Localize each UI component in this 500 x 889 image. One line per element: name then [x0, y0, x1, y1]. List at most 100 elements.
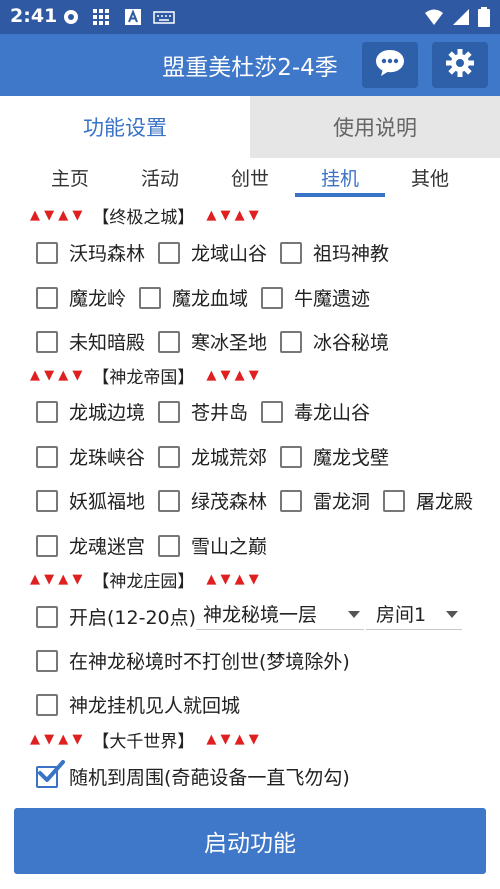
markers-right: ▲ ▼ ▲ ▼ — [206, 367, 259, 383]
checkbox-label: 寒冰圣地 — [191, 332, 268, 354]
start-button[interactable]: 启动功能 — [14, 808, 486, 874]
checkbox-label: 龙魂迷宫 — [69, 536, 146, 558]
chevron-down-icon — [446, 611, 458, 618]
markers-right: ▲ ▼ ▲ ▼ — [206, 207, 259, 223]
checkbox-box[interactable] — [158, 445, 180, 468]
checkbox-label: 在神龙秘境时不打创世(梦境除外) — [69, 651, 350, 673]
checkbox-box[interactable] — [36, 649, 58, 672]
subtab-other[interactable]: 其他 — [385, 164, 475, 191]
checkbox-box[interactable] — [36, 489, 58, 512]
checkbox-xszd[interactable]: 雪山之巅 — [158, 532, 267, 559]
checkbox-box[interactable] — [261, 286, 283, 309]
checkbox-label: 开启(12-20点) — [69, 607, 197, 629]
checkbox-label: 龙城边境 — [69, 402, 146, 424]
checkbox-lchj[interactable]: 龙城荒郊 — [158, 443, 267, 470]
section-header: ▲ ▼ ▲ ▼ 【神龙庄园】 ▲ ▼ ▲ ▼ — [30, 568, 269, 592]
checkbox-label: 魔龙戈壁 — [313, 447, 390, 469]
subtab-activity[interactable]: 活动 — [115, 164, 205, 191]
checkbox-box[interactable] — [280, 241, 302, 264]
checkbox-lmsl[interactable]: 绿茂森林 — [158, 487, 267, 514]
keyboard-icon — [153, 8, 175, 26]
app-bar: 盟重美杜莎2-4季 — [0, 34, 500, 96]
dungeon-select[interactable]: 神龙秘境一层 — [196, 598, 364, 630]
room-select[interactable]: 房间1 — [366, 598, 462, 630]
subtab-idle[interactable]: 挂机 — [295, 164, 385, 191]
chat-button[interactable] — [362, 42, 418, 88]
checkbox-label: 龙珠峡谷 — [69, 447, 146, 469]
checkbox-box[interactable] — [158, 489, 180, 512]
checkbox-box[interactable] — [158, 534, 180, 557]
section-title: 【神龙帝国】 — [92, 367, 195, 388]
status-time: 2:41 — [10, 5, 58, 27]
subtab-home[interactable]: 主页 — [25, 164, 115, 191]
settings-button[interactable] — [432, 42, 488, 88]
checkbox-label: 妖狐福地 — [69, 491, 146, 513]
checkbox-label: 牛魔遗迹 — [294, 288, 371, 310]
checkbox-box[interactable] — [36, 241, 58, 264]
checkbox-bgmj[interactable]: 冰谷秘境 — [280, 328, 389, 355]
dungeon-select-value: 神龙秘境一层 — [203, 604, 318, 626]
sub-tabs: 主页 活动 创世 挂机 其他 — [0, 158, 500, 198]
checkbox-box[interactable] — [158, 330, 180, 353]
a-icon — [124, 8, 142, 26]
checkbox-box[interactable] — [383, 489, 405, 512]
checkbox-box[interactable] — [36, 693, 58, 716]
section-header: ▲ ▼ ▲ ▼ 【神龙帝国】 ▲ ▼ ▲ ▼ — [30, 364, 269, 388]
checkbox-label: 龙域山谷 — [191, 243, 268, 265]
checkbox-lysg[interactable]: 龙域山谷 — [158, 239, 267, 266]
checkbox-nmyj[interactable]: 牛魔遗迹 — [261, 284, 370, 311]
markers-left: ▲ ▼ ▲ ▼ — [30, 367, 83, 383]
checkbox-box[interactable] — [280, 489, 302, 512]
checkbox-wzad[interactable]: 未知暗殿 — [36, 328, 145, 355]
checkbox-cjd[interactable]: 苍井岛 — [158, 398, 248, 425]
checkbox-lzxg[interactable]: 龙珠峡谷 — [36, 443, 145, 470]
section-header: ▲ ▼ ▲ ▼ 【大千世界】 ▲ ▼ ▲ ▼ — [30, 728, 269, 752]
checkbox-yhfd[interactable]: 妖狐福地 — [36, 487, 145, 514]
checkbox-box[interactable] — [36, 330, 58, 353]
checkbox-label: 雷龙洞 — [313, 491, 371, 513]
checkbox-label: 祖玛神教 — [313, 243, 390, 265]
app-title: 盟重美杜莎2-4季 — [162, 55, 338, 81]
checkbox-lcbj[interactable]: 龙城边境 — [36, 398, 145, 425]
checkbox-mlxy[interactable]: 魔龙血域 — [139, 284, 248, 311]
section-title: 【神龙庄园】 — [92, 571, 195, 592]
tab-instructions[interactable]: 使用说明 — [250, 96, 500, 158]
checkbox-box[interactable] — [158, 241, 180, 264]
checkbox-box[interactable] — [36, 286, 58, 309]
checkbox-box[interactable] — [36, 400, 58, 423]
checkbox-no-genesis[interactable]: 在神龙秘境时不打创世(梦境除外) — [36, 647, 350, 674]
checkbox-lld[interactable]: 雷龙洞 — [280, 487, 370, 514]
checkbox-box[interactable] — [36, 759, 65, 788]
checkbox-box[interactable] — [36, 534, 58, 557]
markers-right: ▲ ▼ ▲ ▼ — [206, 731, 259, 747]
checkbox-enable[interactable]: 开启(12-20点) — [36, 603, 196, 630]
checkbox-box[interactable] — [280, 330, 302, 353]
checkbox-box[interactable] — [280, 445, 302, 468]
checkbox-mll[interactable]: 魔龙岭 — [36, 284, 126, 311]
location-icon — [62, 8, 80, 26]
checkbox-box[interactable] — [158, 400, 180, 423]
checkbox-dlsg[interactable]: 毒龙山谷 — [261, 398, 370, 425]
checkbox-box[interactable] — [261, 400, 283, 423]
checkbox-label: 冰谷秘境 — [313, 332, 390, 354]
tab-function-settings[interactable]: 功能设置 — [0, 96, 250, 158]
checkbox-zmsj[interactable]: 祖玛神教 — [280, 239, 389, 266]
checkbox-box[interactable] — [139, 286, 161, 309]
markers-left: ▲ ▼ ▲ ▼ — [30, 207, 83, 223]
checkbox-box[interactable] — [36, 605, 58, 628]
signal-icon — [452, 8, 470, 30]
checkbox-lhmg[interactable]: 龙魂迷宫 — [36, 532, 145, 559]
checkbox-box[interactable] — [36, 445, 58, 468]
checkbox-return-town[interactable]: 神龙挂机见人就回城 — [36, 691, 240, 718]
checkbox-mlgb[interactable]: 魔龙戈壁 — [280, 443, 389, 470]
checkbox-label: 雪山之巅 — [191, 536, 268, 558]
wifi-icon — [424, 8, 444, 30]
chevron-down-icon — [348, 611, 360, 618]
checkbox-hbsd[interactable]: 寒冰圣地 — [158, 328, 267, 355]
markers-right: ▲ ▼ ▲ ▼ — [206, 571, 259, 587]
checkbox-label: 随机到周围(奇葩设备一直飞勿勾) — [69, 767, 350, 789]
checkbox-tld[interactable]: 屠龙殿 — [383, 487, 473, 514]
checkbox-random-nearby[interactable]: 随机到周围(奇葩设备一直飞勿勾) — [36, 759, 350, 790]
checkbox-wmsl[interactable]: 沃玛森林 — [36, 239, 145, 266]
subtab-genesis[interactable]: 创世 — [205, 164, 295, 191]
